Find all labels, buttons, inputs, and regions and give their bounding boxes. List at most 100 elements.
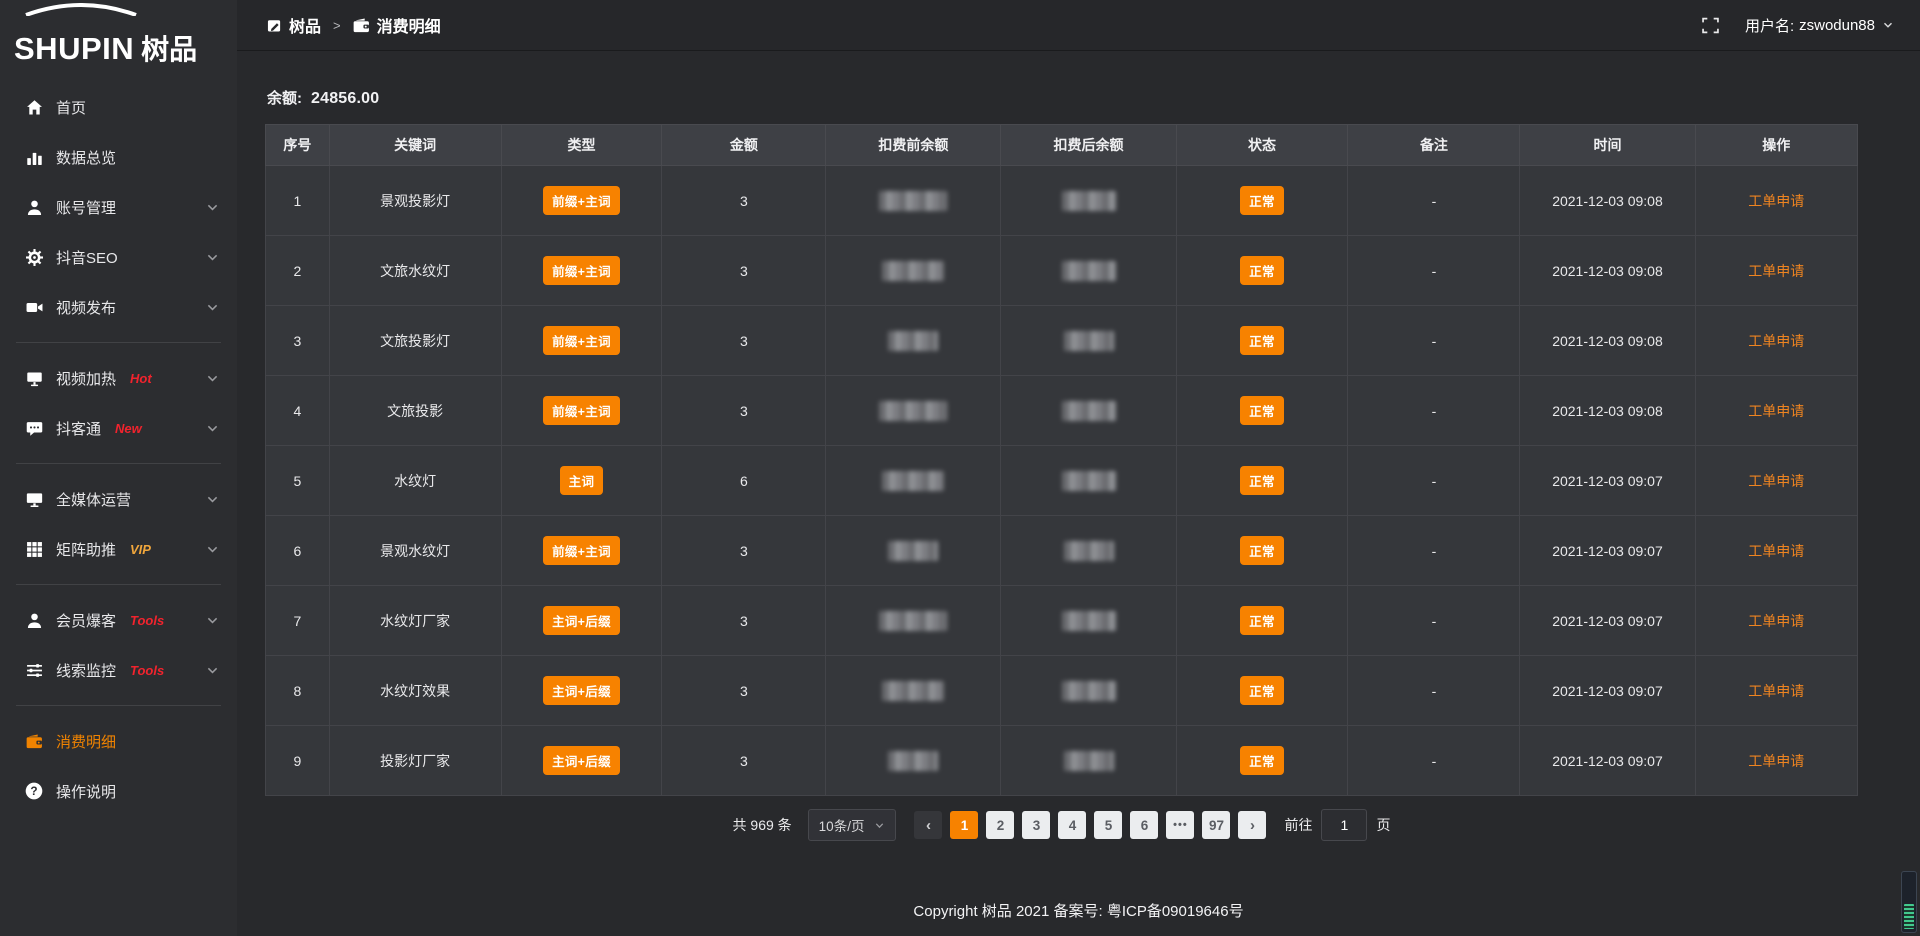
page-buttons: ‹ 123456 ••• 97 › — [914, 811, 1266, 839]
logo[interactable]: SHUPIN 树品 — [0, 0, 237, 66]
keyword-cell: 水纹灯厂家 — [329, 586, 501, 656]
post_balance-cell — [1001, 376, 1176, 446]
keyword-cell: 景观投影灯 — [329, 166, 501, 236]
sidebar-item-matrix-boost[interactable]: 矩阵助推VIP — [0, 524, 237, 574]
sidebar-item-data-overview[interactable]: 数据总览 — [0, 132, 237, 182]
page-button-2[interactable]: 2 — [986, 811, 1014, 839]
post_balance-masked-value — [1062, 261, 1116, 281]
ticket-request-link[interactable]: 工单申请 — [1748, 333, 1804, 349]
page-button-5[interactable]: 5 — [1094, 811, 1122, 839]
status-cell: 正常 — [1176, 656, 1348, 726]
note-cell: - — [1348, 656, 1520, 726]
time-cell: 2021-12-03 09:08 — [1520, 306, 1695, 376]
page-button-6[interactable]: 6 — [1130, 811, 1158, 839]
sidebar-item-consumption-detail[interactable]: 消费明细 — [0, 716, 237, 766]
sidebar-item-operation-guide[interactable]: ? 操作说明 — [0, 766, 237, 816]
action-cell: 工单申请 — [1695, 166, 1857, 236]
breadcrumb-item[interactable]: 消费明细 — [353, 13, 441, 37]
post_balance-masked-value — [1062, 611, 1116, 631]
pre_balance-cell — [826, 446, 1001, 516]
post_balance-masked-value — [1064, 331, 1114, 351]
sidebar-divider — [16, 584, 221, 585]
wallet-icon — [25, 732, 43, 750]
page-button-4[interactable]: 4 — [1058, 811, 1086, 839]
sidebar-item-douketong[interactable]: 抖客通New — [0, 403, 237, 453]
action-cell: 工单申请 — [1695, 306, 1857, 376]
more-pages-button[interactable]: ••• — [1166, 811, 1194, 839]
ticket-request-link[interactable]: 工单申请 — [1748, 263, 1804, 279]
sidebar-item-video-heat[interactable]: 视频加热Hot — [0, 353, 237, 403]
keyword-type-badge: 前缀+主词 — [543, 256, 620, 285]
sidebar-item-label: 视频发布 — [56, 297, 116, 318]
ticket-request-link[interactable]: 工单申请 — [1748, 403, 1804, 419]
sidebar-item-home[interactable]: 首页 — [0, 82, 237, 132]
pre_balance-masked-value — [888, 541, 938, 561]
table-row: 1景观投影灯前缀+主词3正常-2021-12-03 09:08工单申请 — [266, 166, 1858, 236]
page-button-97[interactable]: 97 — [1202, 811, 1230, 839]
keyword-cell: 水纹灯效果 — [329, 656, 501, 726]
note-cell: - — [1348, 376, 1520, 446]
page-size-select[interactable]: 10条/页 — [808, 809, 897, 841]
next-page-button[interactable]: › — [1238, 811, 1266, 839]
sidebar-item-video-publish[interactable]: 视频发布 — [0, 282, 237, 332]
bar-chart-icon — [25, 148, 43, 166]
ticket-request-link[interactable]: 工单申请 — [1748, 683, 1804, 699]
sidebar-item-account-management[interactable]: 账号管理 — [0, 182, 237, 232]
status-badge: 正常 — [1240, 536, 1284, 565]
user-menu[interactable]: 用户名: zswodun88 — [1745, 15, 1894, 36]
breadcrumb-item[interactable]: 树品 — [267, 13, 321, 37]
breadcrumb-label: 树品 — [289, 13, 321, 37]
copyright-text: Copyright 树品 2021 备案号: 粤ICP备09019646号 — [913, 900, 1243, 921]
keyword-type-badge: 主词+后缀 — [543, 676, 620, 705]
sidebar-item-label: 操作说明 — [56, 781, 116, 802]
ticket-request-link[interactable]: 工单申请 — [1748, 473, 1804, 489]
balance-label: 余额: — [267, 90, 302, 107]
goto-page-input[interactable] — [1321, 809, 1367, 841]
page-button-3[interactable]: 3 — [1022, 811, 1050, 839]
screen-icon — [25, 369, 43, 387]
sidebar-item-member-baoke[interactable]: 会员爆客Tools — [0, 595, 237, 645]
sidebar-item-clue-monitor[interactable]: 线索监控Tools — [0, 645, 237, 695]
amount-cell: 3 — [662, 656, 826, 726]
sidebar-item-badge: New — [115, 421, 142, 436]
sidebar-item-all-media-operation[interactable]: 全媒体运营 — [0, 474, 237, 524]
status-badge: 正常 — [1240, 466, 1284, 495]
pre_balance-masked-value — [882, 681, 944, 701]
time-cell: 2021-12-03 09:07 — [1520, 586, 1695, 656]
keyword-type-badge: 前缀+主词 — [543, 396, 620, 425]
prev-page-button[interactable]: ‹ — [914, 811, 942, 839]
time-cell: 2021-12-03 09:08 — [1520, 236, 1695, 306]
ticket-request-link[interactable]: 工单申请 — [1748, 613, 1804, 629]
pre_balance-masked-value — [882, 261, 944, 281]
goto-label: 前往 — [1284, 815, 1312, 835]
keyword-cell: 文旅投影 — [329, 376, 501, 446]
ticket-request-link[interactable]: 工单申请 — [1748, 193, 1804, 209]
home-icon — [25, 98, 43, 116]
no-cell: 7 — [266, 586, 330, 656]
chevron-down-icon — [206, 301, 219, 314]
type-cell: 前缀+主词 — [501, 376, 662, 446]
ticket-request-link[interactable]: 工单申请 — [1748, 753, 1804, 769]
status-cell: 正常 — [1176, 306, 1348, 376]
action-cell: 工单申请 — [1695, 516, 1857, 586]
svg-text:?: ? — [30, 784, 37, 798]
column-header-no: 序号 — [266, 125, 330, 166]
action-cell: 工单申请 — [1695, 446, 1857, 516]
sidebar-item-douyin-seo[interactable]: 抖音SEO — [0, 232, 237, 282]
amount-cell: 3 — [662, 586, 826, 656]
column-header-time: 时间 — [1520, 125, 1695, 166]
keyword-type-badge: 主词 — [560, 466, 604, 495]
pre_balance-cell — [826, 236, 1001, 306]
chevron-down-icon — [206, 543, 219, 556]
sidebar-nav: 首页数据总览账号管理抖音SEO 视频发布视频加热Hot抖客通New 全媒体运营矩阵助… — [0, 66, 237, 936]
page-button-1[interactable]: 1 — [950, 811, 978, 839]
fullscreen-icon[interactable] — [1702, 17, 1719, 34]
pre_balance-masked-value — [879, 401, 947, 421]
scroll-meter-widget[interactable] — [1901, 871, 1917, 933]
sidebar-item-label: 首页 — [56, 97, 86, 118]
sidebar: SHUPIN 树品 首页数据总览账号管理抖音SEO 视频发布视频加热Hot抖客通N… — [0, 0, 237, 936]
column-header-type: 类型 — [501, 125, 662, 166]
note-cell: - — [1348, 306, 1520, 376]
ticket-request-link[interactable]: 工单申请 — [1748, 543, 1804, 559]
note-cell: - — [1348, 236, 1520, 306]
